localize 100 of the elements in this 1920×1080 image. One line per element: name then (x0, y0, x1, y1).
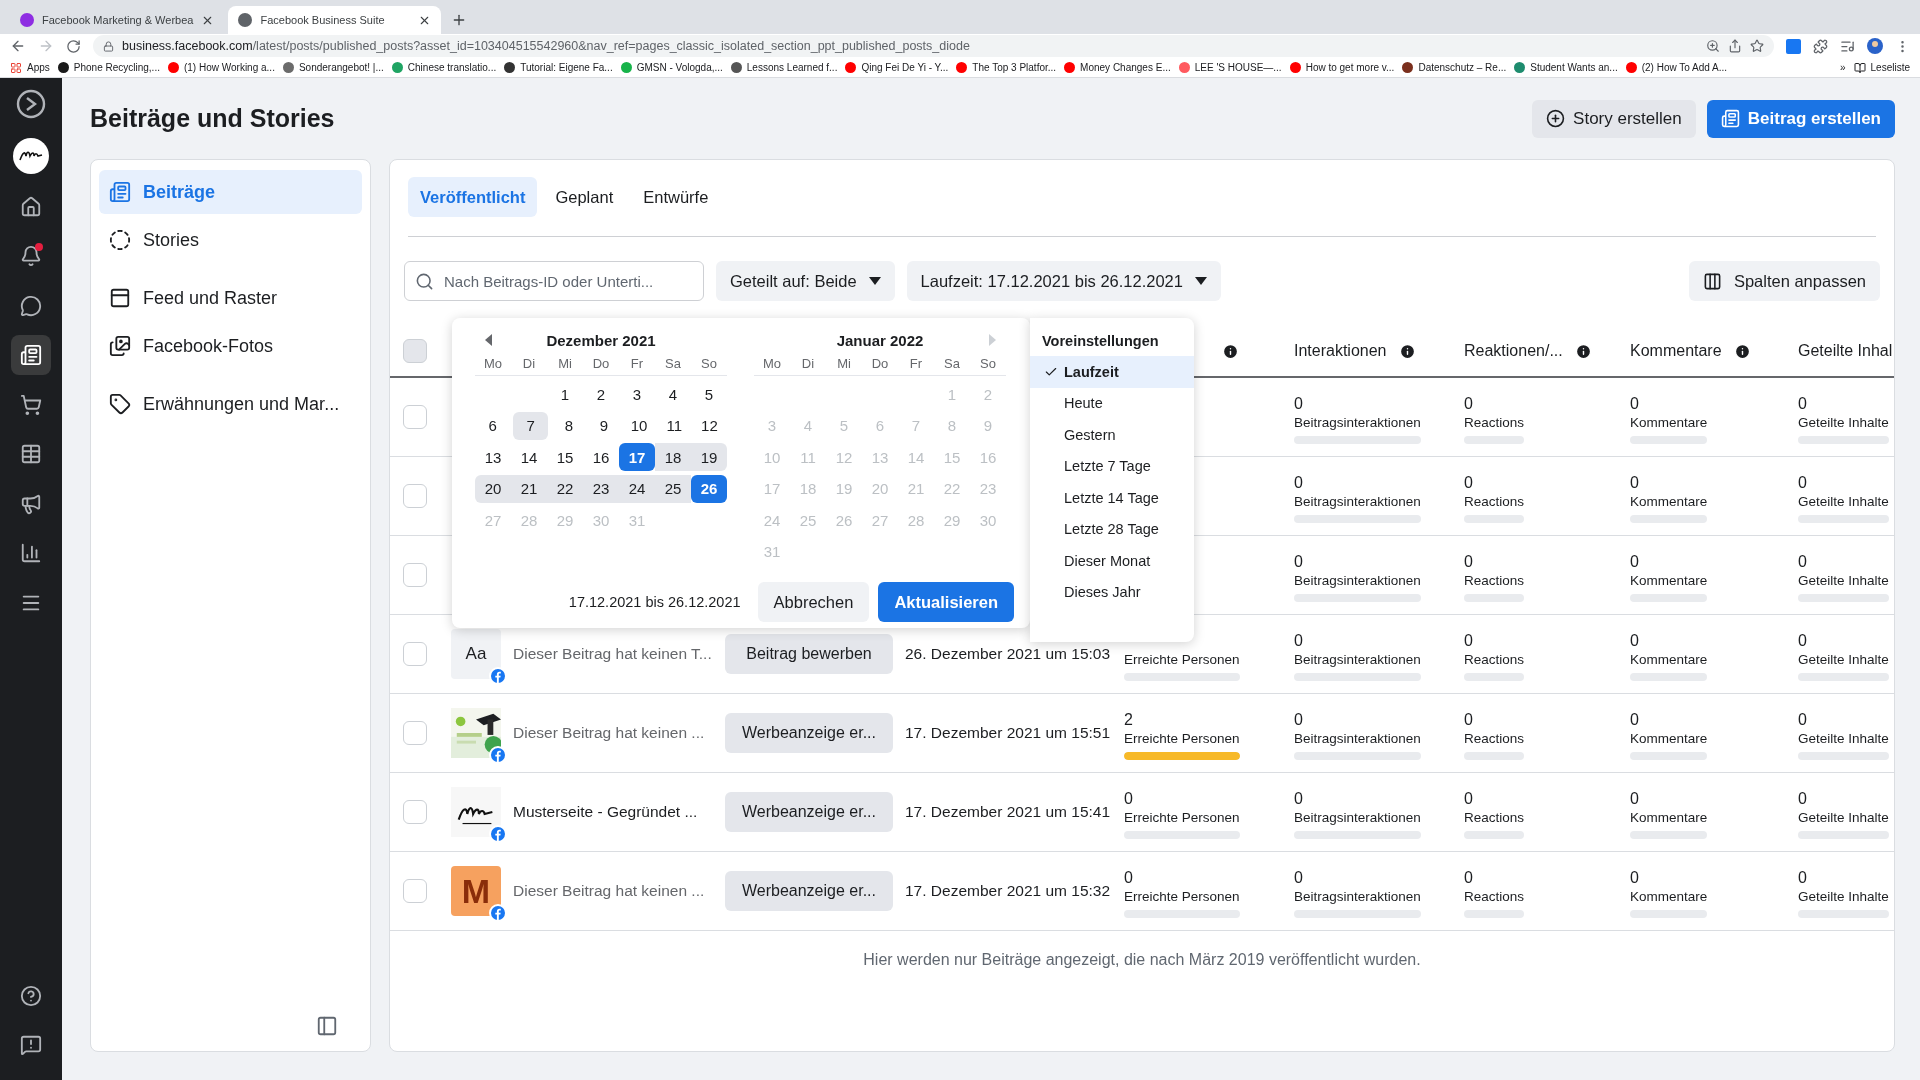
more-bookmarks[interactable]: » (1839, 62, 1846, 73)
collapse-panel-icon[interactable] (316, 1015, 338, 1037)
preset-item[interactable]: Letzte 28 Tage (1030, 513, 1194, 545)
nav-item[interactable]: Erwähnungen und Mar... (99, 382, 362, 426)
calendar-day[interactable]: 16 (583, 443, 619, 471)
boost-button[interactable]: Werbeanzeige er... (725, 713, 893, 753)
zoom-icon[interactable] (1706, 39, 1720, 53)
columns-button[interactable]: Spalten anpassen (1688, 261, 1880, 301)
nav-item[interactable]: Stories (99, 218, 362, 262)
bookmark[interactable]: Money Changes E... (1064, 62, 1171, 73)
calendar-day[interactable]: 1 (547, 380, 583, 408)
calendar-day[interactable]: 14 (511, 443, 547, 471)
calendar-day[interactable]: 21 (511, 474, 547, 503)
calendar-day[interactable]: 19 (691, 443, 727, 471)
calendar-day[interactable]: 10 (621, 411, 657, 440)
preset-item[interactable]: Letzte 7 Tage (1030, 450, 1194, 482)
preset-item[interactable]: Heute (1030, 387, 1194, 419)
address-bar[interactable]: business.facebook.com/latest/posts/published_posts?asset_id=103404515542960&nav_ref=pages_classic_isolated_section_ppt_published_posts_diode (93, 35, 1774, 57)
checkbox[interactable] (403, 405, 427, 429)
checkbox[interactable] (403, 339, 427, 363)
bookmark[interactable]: Datenschutz – Re... (1402, 62, 1507, 73)
bookmark[interactable]: Chinese translatio... (391, 62, 497, 73)
checkbox[interactable] (403, 563, 427, 587)
checkbox[interactable] (403, 800, 427, 824)
bookmark[interactable]: (2) How To Add A... (1625, 62, 1728, 73)
search-field[interactable]: Nach Beitrags-ID oder Unterti... (442, 271, 693, 291)
create-post-button[interactable]: Beitrag erstellen (1706, 99, 1895, 138)
cancel-button[interactable]: Abbrechen (757, 582, 870, 622)
browser-tab[interactable]: Facebook Marketing & Werbea (10, 6, 225, 34)
bookmark[interactable]: Qing Fei De Yi - Y... (845, 62, 949, 73)
tab[interactable]: Veröffentlicht (408, 177, 538, 217)
preset-item[interactable]: Gestern (1030, 419, 1194, 451)
calendar-day[interactable]: 20 (475, 474, 511, 503)
calendar-day[interactable]: 6 (475, 411, 511, 440)
tab[interactable]: Geplant (543, 177, 626, 217)
info-icon[interactable] (1222, 342, 1239, 360)
boost-button[interactable]: Beitrag bewerben (725, 634, 893, 674)
calendar-day[interactable]: 9 (586, 411, 622, 440)
reload-icon[interactable] (66, 38, 81, 54)
bookmark[interactable]: LEE 'S HOUSE—... (1178, 62, 1282, 73)
preset-item[interactable]: Dieser Monat (1030, 545, 1194, 577)
search-box[interactable]: Nach Beitrags-ID oder Unterti... (404, 261, 704, 301)
previous-month-icon[interactable] (485, 334, 492, 346)
post-caption[interactable]: Dieser Beitrag hat keinen T... (513, 645, 712, 663)
bookmark[interactable]: How to get more v... (1289, 62, 1395, 73)
bookmark[interactable]: Lessons Learned f... (730, 62, 838, 73)
checkbox[interactable] (403, 642, 427, 666)
calendar-day[interactable]: 8 (551, 411, 587, 440)
calendar-day[interactable]: 12 (691, 411, 727, 440)
boost-button[interactable]: Werbeanzeige er... (725, 792, 893, 832)
create-story-button[interactable]: Story erstellen (1532, 99, 1696, 138)
back-icon[interactable] (10, 38, 26, 54)
info-icon[interactable] (1398, 342, 1416, 360)
suite-logo-icon[interactable] (15, 88, 47, 120)
browser-tab[interactable]: Facebook Business Suite (228, 6, 442, 34)
checkbox[interactable] (403, 879, 427, 903)
calendar-day[interactable]: 18 (655, 443, 691, 471)
bookmark[interactable]: The Top 3 Platfor... (956, 62, 1057, 73)
bookmark[interactable]: Student Wants an... (1514, 62, 1618, 73)
bookmark[interactable]: Sonderangebot! |... (282, 62, 384, 73)
period-dropdown[interactable]: Laufzeit: 17.12.2021 bis 26.12.2021 (906, 261, 1221, 301)
calendar-day[interactable]: 23 (583, 474, 619, 503)
calendar-day[interactable]: 22 (547, 474, 583, 503)
apply-button[interactable]: Aktualisieren (878, 582, 1014, 622)
calendar-day[interactable]: 24 (619, 474, 655, 503)
preset-item[interactable]: Dieses Jahr (1030, 576, 1194, 608)
calendar-day[interactable]: 17 (619, 443, 655, 471)
calendar-day[interactable]: 15 (547, 443, 583, 471)
bookmark[interactable]: (1) How Working a... (167, 62, 275, 73)
calendar-day[interactable]: 7 (513, 411, 549, 440)
nav-item[interactable]: Facebook-Fotos (99, 324, 362, 368)
calendar-day[interactable]: 3 (619, 380, 655, 408)
rail-item[interactable] (11, 335, 51, 376)
boost-button[interactable]: Werbeanzeige er... (725, 871, 893, 911)
preset-item[interactable]: Letzte 14 Tage (1030, 482, 1194, 514)
calendar-day[interactable]: 4 (655, 380, 691, 408)
bookmark[interactable]: Apps (10, 61, 50, 74)
tab[interactable]: Entwürfe (631, 177, 721, 217)
calendar-day[interactable]: 25 (655, 474, 691, 503)
post-caption[interactable]: Dieser Beitrag hat keinen ... (513, 724, 705, 742)
extensions-icon[interactable] (1813, 38, 1828, 54)
facebook-extension-icon[interactable] (1786, 38, 1801, 54)
calendar-day[interactable]: 13 (475, 443, 511, 471)
info-icon[interactable] (1574, 342, 1592, 360)
nav-item[interactable]: Beiträge (99, 170, 362, 214)
calendar-day[interactable]: 26 (691, 474, 727, 503)
calendar-day[interactable]: 11 (656, 411, 692, 440)
reading-list[interactable]: Leseliste (1853, 61, 1910, 74)
post-caption[interactable]: Musterseite - Gegründet ... (513, 803, 698, 821)
bookmark[interactable]: GMSN - Vologda,... (620, 62, 723, 73)
info-icon[interactable] (1733, 342, 1751, 360)
calendar-day[interactable]: 2 (583, 380, 619, 408)
post-caption[interactable]: Dieser Beitrag hat keinen ... (513, 882, 705, 900)
page-avatar[interactable] (13, 138, 49, 174)
checkbox[interactable] (403, 484, 427, 508)
preset-item[interactable]: Laufzeit (1030, 356, 1194, 388)
bookmark[interactable]: Tutorial: Eigene Fa... (504, 62, 613, 73)
share-icon[interactable] (1728, 39, 1742, 53)
nav-item[interactable]: Feed und Raster (99, 276, 362, 320)
shared-on-dropdown[interactable]: Geteilt auf: Beide (716, 261, 895, 301)
